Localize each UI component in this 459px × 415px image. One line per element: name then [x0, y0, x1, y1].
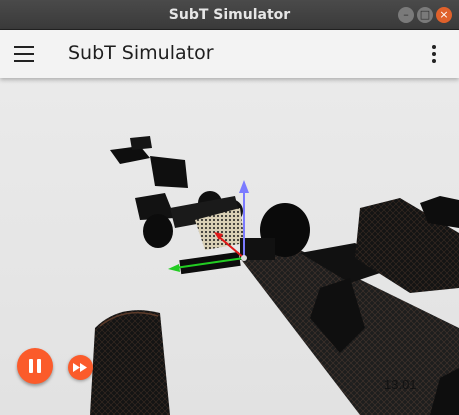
- pause-button[interactable]: [17, 348, 53, 384]
- sim-time-text: 13.01: [384, 377, 417, 392]
- window-titlebar: SubT Simulator – □ ×: [0, 0, 459, 30]
- fast-forward-icon: [73, 363, 87, 372]
- more-options-icon[interactable]: [430, 45, 438, 65]
- app-title: SubT Simulator: [68, 42, 214, 64]
- window-title: SubT Simulator: [168, 7, 291, 23]
- minimize-button[interactable]: –: [398, 7, 414, 23]
- fast-forward-button[interactable]: [68, 355, 93, 380]
- maximize-button[interactable]: □: [417, 7, 433, 23]
- close-button[interactable]: ×: [436, 7, 452, 23]
- app-header: SubT Simulator: [0, 30, 459, 78]
- robot-models: [110, 136, 310, 275]
- scene-viewport[interactable]: ‹ 13.01: [0, 78, 459, 415]
- pause-icon: [29, 359, 33, 373]
- chevron-left-icon[interactable]: ‹: [349, 374, 355, 392]
- hamburger-menu-icon[interactable]: [14, 46, 34, 62]
- foreground-tunnel: [90, 310, 170, 415]
